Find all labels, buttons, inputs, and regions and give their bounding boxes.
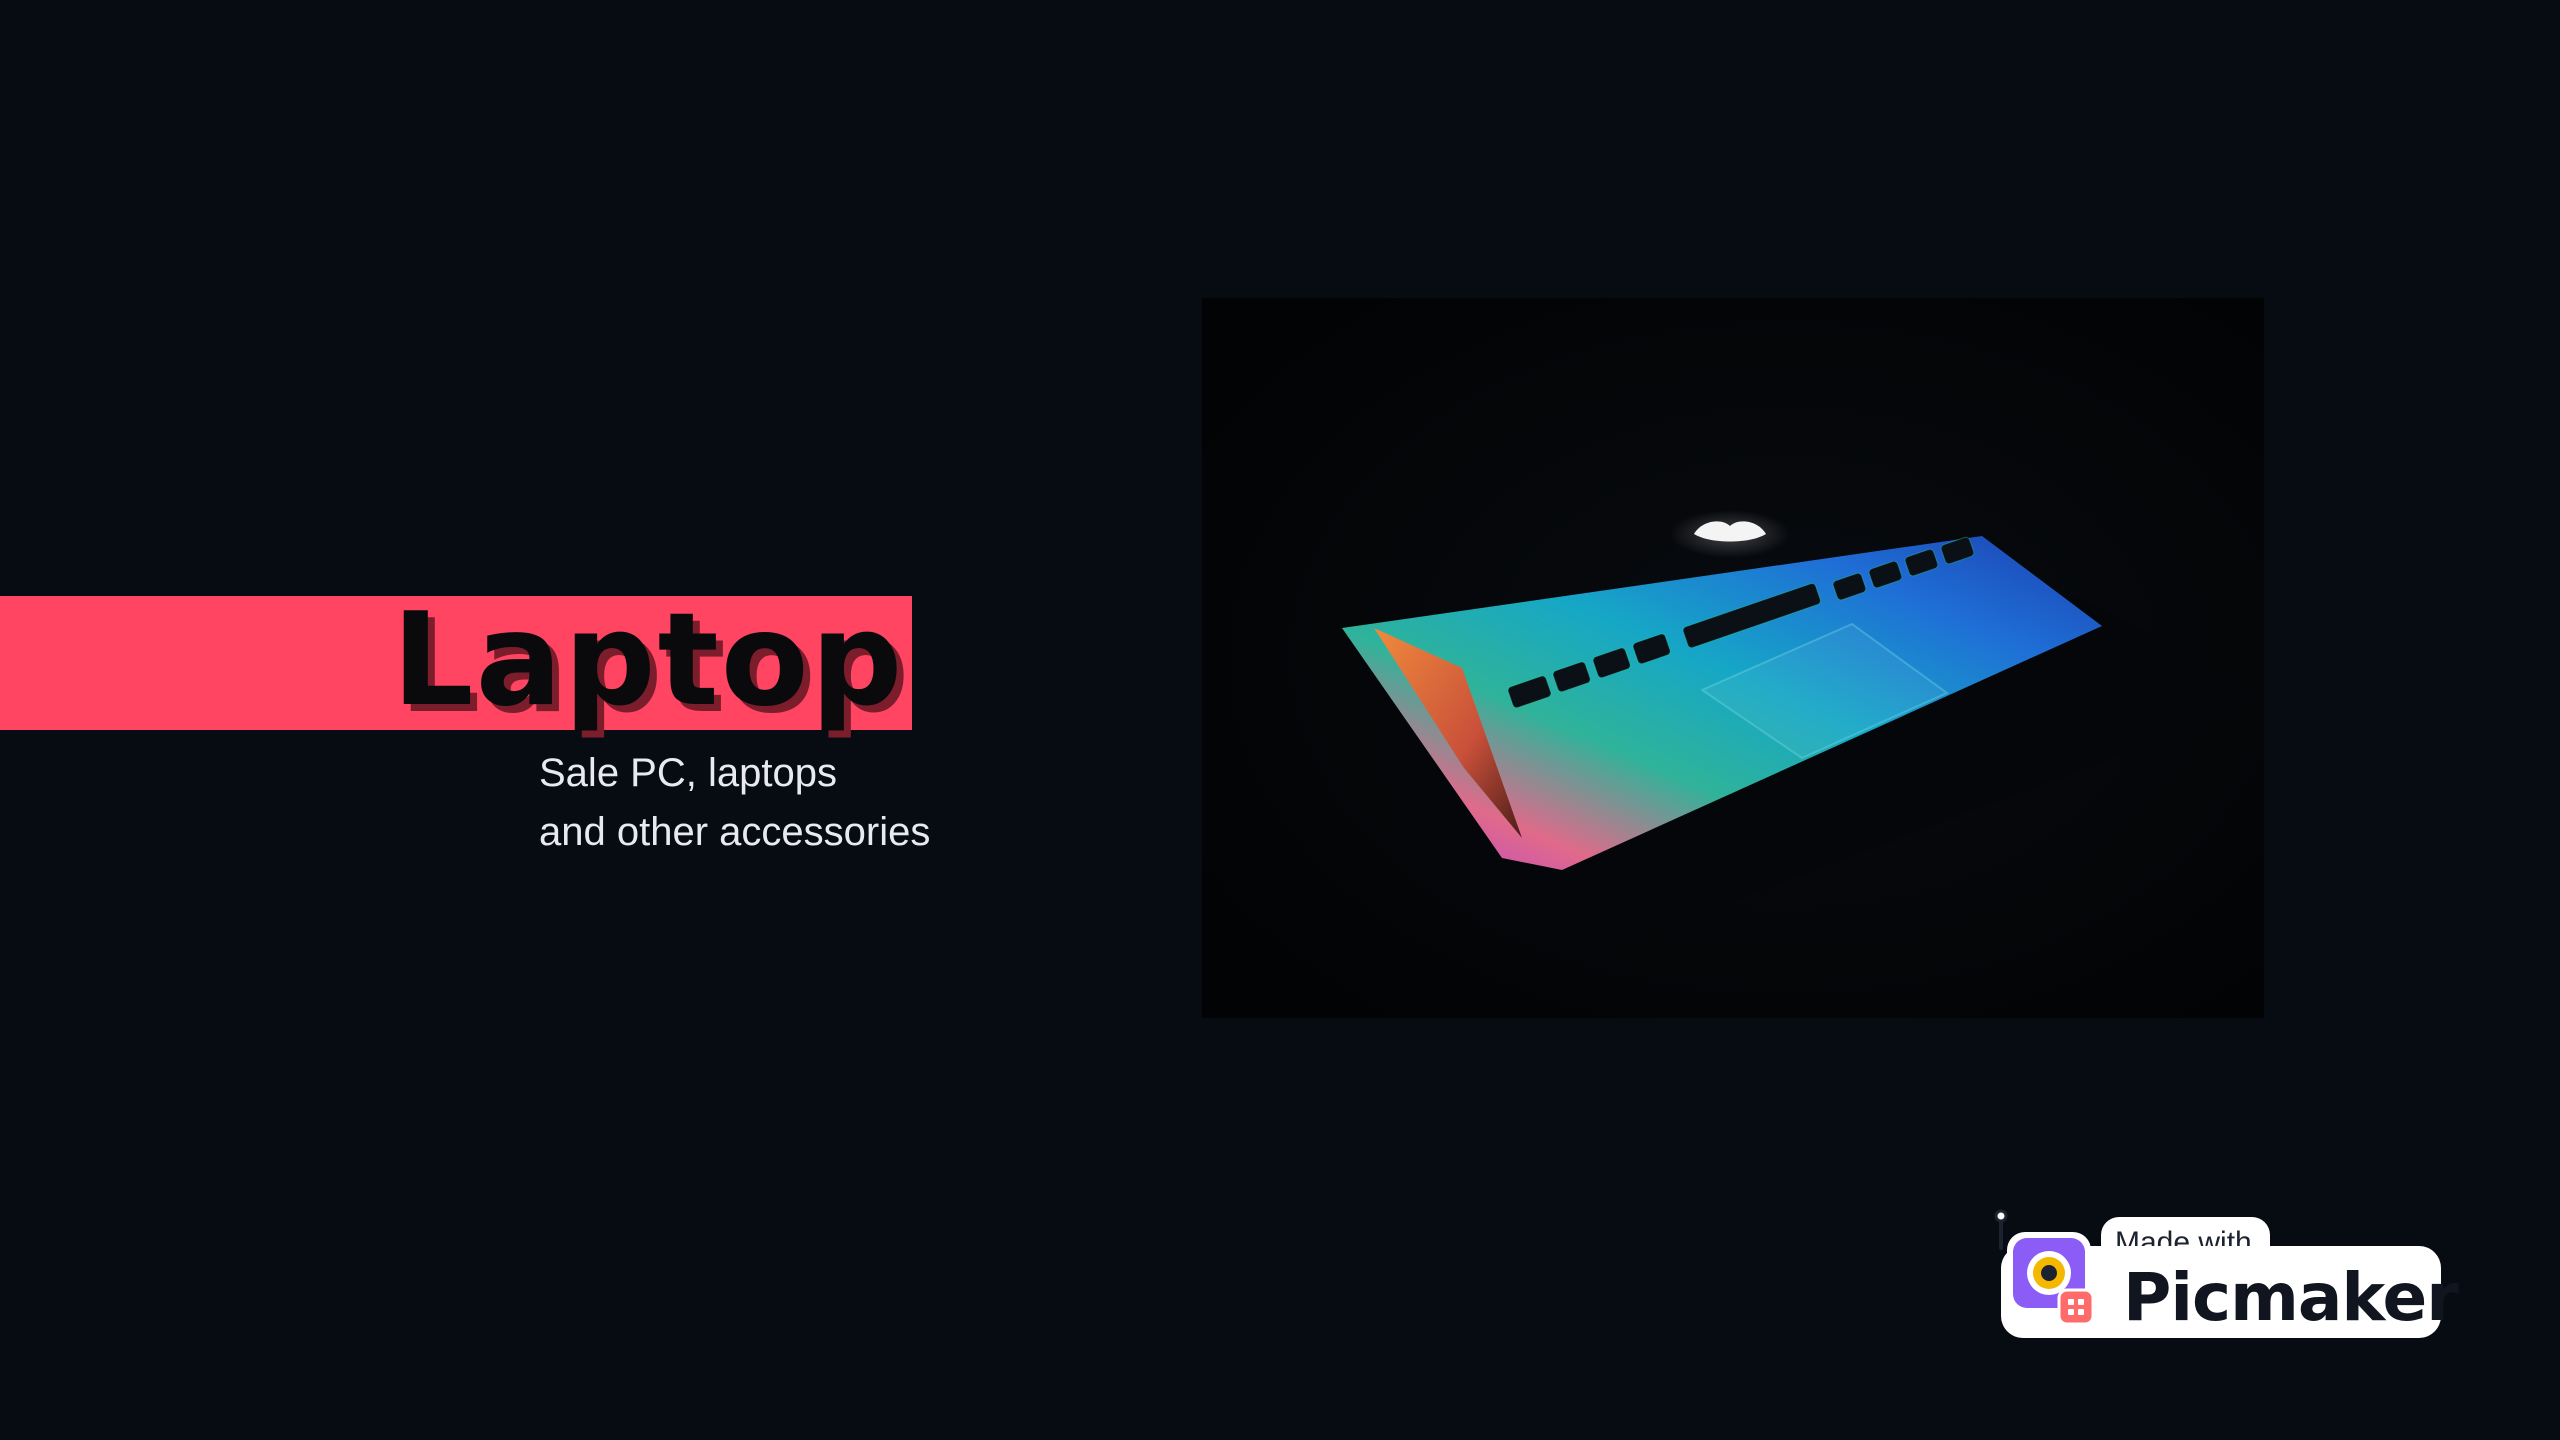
laptop-photo [1202, 298, 2264, 1018]
laptop-illustration [1202, 298, 2264, 1018]
page: Laptop Sale PC, laptops and other access… [0, 0, 2560, 1440]
subtitle-line-1: Sale PC, laptops [539, 751, 837, 795]
page-title: Laptop [392, 586, 905, 735]
made-with-badge[interactable]: Made with Picmaker [1985, 1208, 2459, 1340]
picmaker-logo-icon [1994, 1209, 2095, 1326]
picmaker-wordmark: Picmaker [2123, 1259, 2459, 1336]
subtitle-line-2: and other accessories [539, 810, 931, 854]
subtitle: Sale PC, laptops and other accessories [539, 744, 930, 862]
